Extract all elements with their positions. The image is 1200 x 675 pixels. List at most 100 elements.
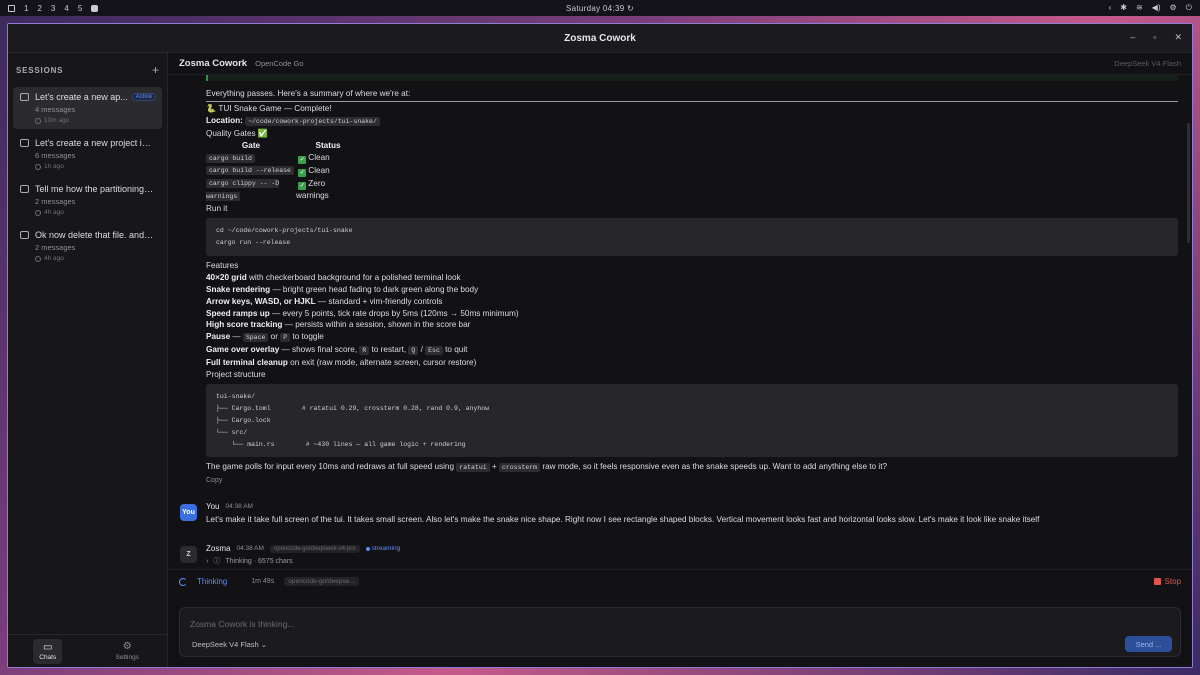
message-text: Let's make it take full screen of the tu… bbox=[206, 515, 1040, 525]
sender-name: Zosma bbox=[206, 544, 231, 554]
chat-bubble-icon bbox=[20, 185, 29, 193]
chevron-right-icon: › bbox=[206, 557, 209, 565]
chat-scrollbar[interactable] bbox=[1187, 123, 1190, 243]
session-item[interactable]: Tell me how the partitioning i... 2 mess… bbox=[13, 179, 162, 221]
composer[interactable]: Zosma Cowork is thinking... DeepSeek V4 … bbox=[179, 607, 1181, 657]
refresh-icon: ↻ bbox=[626, 3, 634, 13]
main-pane: Zosma Cowork OpenCode Go DeepSeek V4 Fla… bbox=[168, 53, 1192, 667]
send-button[interactable]: Send ... bbox=[1125, 636, 1172, 652]
power-icon[interactable]: ⏻ bbox=[1186, 3, 1192, 13]
check-icon: ✓ bbox=[298, 155, 307, 164]
close-icon[interactable]: ✕ bbox=[1174, 32, 1182, 43]
system-bar: 1 2 3 4 5 Saturday 04:39 ↻ ‹ ✱ ≋ ◀) ⚙ ⏻ bbox=[0, 0, 1200, 16]
elapsed-time: 1m 49s bbox=[251, 578, 275, 585]
table-row: cargo clippy -- -D warnings ✓ Zero warnin… bbox=[206, 177, 360, 203]
active-window-icon bbox=[91, 4, 99, 12]
tab-chats-label: Chats bbox=[39, 653, 57, 661]
stop-button[interactable]: Stop bbox=[1153, 577, 1181, 586]
volume-icon[interactable]: ◀) bbox=[1152, 3, 1161, 13]
thinking-label: Thinking · 6575 chars bbox=[225, 557, 293, 565]
workspace-overview-icon[interactable] bbox=[8, 4, 15, 12]
message-time: 04:38 AM bbox=[225, 503, 253, 511]
feature-title: Snake rendering bbox=[206, 284, 271, 294]
settings-tray-icon[interactable]: ⚙ bbox=[1170, 3, 1177, 13]
session-title: Let's create a new ap... bbox=[35, 92, 128, 102]
workspace-2[interactable]: 2 bbox=[37, 4, 41, 13]
thinking-toggle[interactable]: › ⓘ Thinking · 6575 chars bbox=[206, 556, 1178, 566]
session-item[interactable]: Let's create a new project ins... 6 mess… bbox=[13, 133, 162, 175]
avatar: You bbox=[180, 504, 197, 522]
streaming-dot-icon bbox=[365, 546, 370, 551]
gates-header-gate: Gate bbox=[241, 140, 261, 150]
workspace-1[interactable]: 1 bbox=[24, 4, 28, 13]
key-chip: R bbox=[359, 346, 370, 356]
workspace-5[interactable]: 5 bbox=[78, 4, 82, 13]
check-icon: ✓ bbox=[298, 168, 307, 177]
assistant-message: Z Zosma 04:38 AM opencode-go/deepseek-v4-p… bbox=[180, 544, 1178, 569]
feature-text: — shows final score, bbox=[279, 345, 360, 355]
clock-icon bbox=[35, 163, 41, 170]
key-chip: Q bbox=[408, 346, 419, 356]
feature-item: Full terminal cleanup on exit (raw mode,… bbox=[206, 357, 1178, 369]
chat-icon: ▭ bbox=[43, 641, 53, 653]
maximize-icon[interactable]: ▫ bbox=[1153, 32, 1156, 43]
tab-settings[interactable]: ⚙ Settings bbox=[88, 635, 168, 667]
model-name: DeepSeek V4 Flash bbox=[1114, 59, 1181, 68]
chat-transcript[interactable]: Everything passes. Here's a summary of w… bbox=[168, 75, 1192, 569]
inline-code: crossterm bbox=[498, 463, 541, 473]
sessions-heading: SESSIONS bbox=[16, 65, 64, 75]
feature-text: to restart, bbox=[369, 345, 409, 355]
tab-settings-label: Settings bbox=[115, 654, 140, 661]
stop-label: Stop bbox=[1164, 577, 1181, 586]
tab-chats[interactable]: ▭ Chats bbox=[8, 635, 88, 667]
message-input[interactable]: Zosma Cowork is thinking... bbox=[190, 619, 294, 629]
feature-item: Arrow keys, WASD, or HJKL — standard + v… bbox=[206, 296, 1178, 308]
chat-bubble-icon bbox=[20, 231, 29, 239]
copy-button[interactable]: Copy bbox=[206, 477, 1178, 484]
feature-text: — bright green head fading to dark green… bbox=[270, 284, 479, 294]
session-time: 4h ago bbox=[44, 255, 64, 262]
closing-paragraph: The game polls for input every 10ms and … bbox=[206, 461, 1178, 474]
feature-text: — persists within a session, shown in th… bbox=[282, 320, 471, 330]
key-chip: P bbox=[280, 333, 291, 343]
minimize-icon[interactable]: – bbox=[1130, 32, 1135, 43]
closing-text: The game polls for input every 10ms and … bbox=[206, 462, 457, 472]
active-badge: Active bbox=[131, 93, 156, 101]
location-label: Location: bbox=[206, 115, 243, 125]
session-time: 1h ago bbox=[44, 163, 64, 170]
reply-heading: 🐍 TUI Snake Game — Complete! bbox=[206, 103, 332, 113]
structure-code-block: tui-snake/ ├── Cargo.toml # ratatui 0.29… bbox=[206, 383, 1178, 458]
feature-title: Arrow keys, WASD, or HJKL bbox=[206, 296, 316, 306]
bluetooth-icon[interactable]: ✱ bbox=[1120, 3, 1127, 13]
code-line: ├── Cargo.toml # ratatui 0.29, crossterm… bbox=[216, 404, 490, 412]
workspace-4[interactable]: 4 bbox=[64, 4, 68, 13]
features-heading: Features bbox=[206, 260, 239, 270]
feature-title: Speed ramps up bbox=[206, 308, 270, 318]
session-item[interactable]: Ok now delete that file. and l... 2 mess… bbox=[13, 225, 162, 267]
streaming-indicator: streaming bbox=[365, 545, 400, 552]
tray-arrow-icon[interactable]: ‹ bbox=[1109, 3, 1112, 13]
feature-item: High score tracking — persists within a … bbox=[206, 319, 1178, 331]
status-model-pill: opencode-go/deepse... bbox=[284, 577, 359, 586]
gate-status: Clean bbox=[308, 165, 330, 175]
table-row: cargo build --release ✓ Clean bbox=[206, 164, 360, 177]
wifi-icon[interactable]: ≋ bbox=[1136, 3, 1143, 13]
inline-code: ratatui bbox=[456, 463, 490, 473]
clock: Saturday 04:39 ↻ bbox=[0, 4, 1200, 13]
session-item[interactable]: Let's create a new ap... Active 4 messag… bbox=[13, 87, 162, 129]
code-line: ├── Cargo.lock bbox=[216, 416, 271, 424]
new-session-icon[interactable]: + bbox=[152, 63, 159, 77]
code-line: tui-snake/ bbox=[216, 392, 256, 400]
sender-name: You bbox=[206, 502, 220, 512]
reply-intro: Everything passes. Here's a summary of w… bbox=[206, 89, 411, 98]
session-message-count: 4 messages bbox=[35, 105, 76, 114]
closing-text: + bbox=[489, 462, 499, 472]
spinner-icon bbox=[179, 577, 187, 586]
feature-item: Snake rendering — bright green head fadi… bbox=[206, 284, 1178, 296]
model-selector[interactable]: DeepSeek V4 Flash ⌄ bbox=[192, 640, 267, 649]
workspace-3[interactable]: 3 bbox=[51, 4, 55, 13]
gates-header-status: Status bbox=[315, 140, 341, 150]
feature-title: Full terminal cleanup bbox=[206, 358, 288, 368]
table-row: cargo build ✓ Clean bbox=[206, 152, 360, 165]
feature-title: Pause bbox=[206, 332, 231, 342]
